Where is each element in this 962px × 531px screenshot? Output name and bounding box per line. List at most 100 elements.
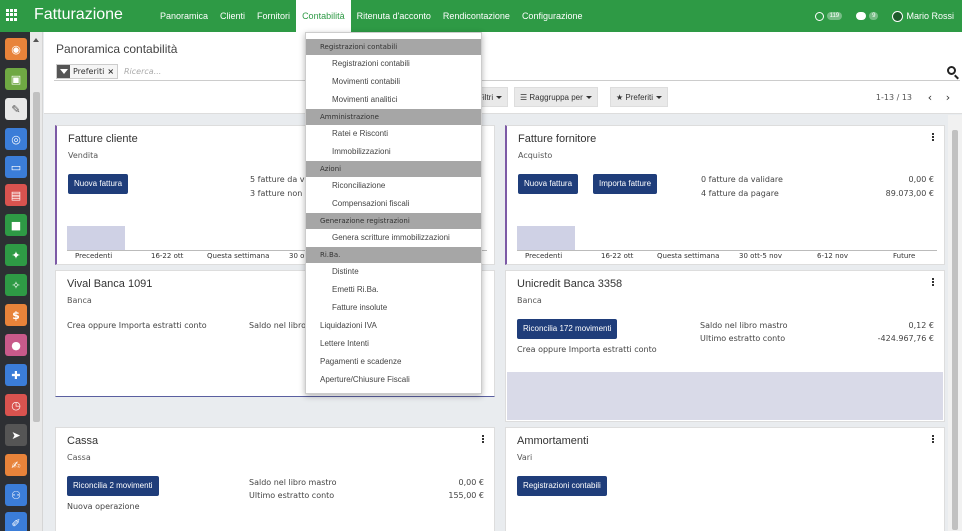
scroll-thumb[interactable] xyxy=(33,92,40,422)
messages-button[interactable]: 9 xyxy=(856,12,879,20)
menu-item-fatture-insolute[interactable]: Fatture insolute xyxy=(306,299,481,317)
import-invoices-button[interactable]: Importa fatture xyxy=(593,174,658,194)
journal-entries-button[interactable]: Registrazioni contabili xyxy=(517,476,607,496)
pager-value[interactable]: 1-13 / 13 xyxy=(876,93,912,102)
search-facet[interactable]: Preferiti × xyxy=(56,64,119,79)
card-menu-icon[interactable] xyxy=(932,435,935,443)
invoices-to-validate[interactable]: 0 fatture da validare xyxy=(701,175,783,184)
invoices-to-pay[interactable]: 4 fatture da pagare xyxy=(701,189,779,198)
card-menu-icon[interactable] xyxy=(932,278,935,286)
favorites-button[interactable]: ★ Preferiti xyxy=(610,87,668,107)
menu-contabilita[interactable]: Contabilità xyxy=(296,0,351,32)
last-statement-label: Ultimo estratto conto xyxy=(700,334,786,343)
menu-item-aperture-chiusure[interactable]: Aperture/Chiusure Fiscali xyxy=(306,371,481,389)
sidebar-scrollbar[interactable] xyxy=(30,32,43,531)
card-title: Cassa xyxy=(67,435,99,447)
scroll-up-icon[interactable] xyxy=(33,38,39,42)
card-ammortamenti[interactable]: Ammortamenti Vari Registrazioni contabil… xyxy=(505,427,945,531)
menu-rendicontazione[interactable]: Rendicontazione xyxy=(437,0,516,32)
card-menu-icon[interactable] xyxy=(932,133,935,141)
pencil-icon[interactable]: ✐ xyxy=(5,512,27,531)
menu-item-liquidazioni-iva[interactable]: Liquidazioni IVA xyxy=(306,317,481,335)
card-unicredit-banca[interactable]: Unicredit Banca 3358 Banca Riconcilia 17… xyxy=(505,270,945,422)
ledger-balance-value: 0,00 € xyxy=(458,478,484,487)
ledger-balance-value: 0,12 € xyxy=(908,321,934,330)
graph-area[interactable] xyxy=(507,372,943,420)
caret-icon xyxy=(496,96,503,100)
wrench-cog-icon[interactable]: ✧ xyxy=(5,274,27,296)
paint-icon[interactable]: ✎ xyxy=(5,98,27,120)
menu-item-compensazioni[interactable]: Compensazioni fiscali xyxy=(306,195,481,213)
wrench-icon[interactable]: ✦ xyxy=(5,244,27,266)
card-title: Ammortamenti xyxy=(517,435,589,447)
card-icon[interactable]: ▭ xyxy=(5,156,27,178)
search-icon[interactable] xyxy=(947,66,956,75)
search-bar[interactable]: Preferiti × Ricerca... xyxy=(54,63,960,81)
menu-item-immobilizzazioni[interactable]: Immobilizzazioni xyxy=(306,143,481,161)
globe-icon[interactable]: ◉ xyxy=(5,38,27,60)
top-navbar: Fatturazione Panoramica Clienti Fornitor… xyxy=(0,0,962,32)
edit-icon[interactable]: ✍ xyxy=(5,454,27,476)
search-input[interactable]: Ricerca... xyxy=(124,67,161,76)
invoice-icon[interactable]: $ xyxy=(5,304,27,326)
menu-item-pagamenti-scadenze[interactable]: Pagamenti e scadenze xyxy=(306,353,481,371)
reconcile-button[interactable]: Riconcilia 2 movimenti xyxy=(67,476,159,496)
axis-label: 30 o xyxy=(289,252,305,260)
lifebuoy-icon[interactable]: ◎ xyxy=(5,128,27,150)
send-icon[interactable]: ➤ xyxy=(5,424,27,446)
pager-next-icon[interactable]: › xyxy=(940,88,956,106)
menu-item-movimenti-analitici[interactable]: Movimenti analitici xyxy=(306,91,481,109)
menu-item-genera-scritture[interactable]: Genera scritture immobilizzazioni xyxy=(306,229,481,247)
activity-count: 119 xyxy=(826,12,843,20)
user-menu[interactable]: Mario Rossi xyxy=(892,10,954,22)
scroll-thumb[interactable] xyxy=(952,130,958,530)
graph-bar[interactable] xyxy=(517,226,575,250)
menu-item-lettere-intenti[interactable]: Lettere Intenti xyxy=(306,335,481,353)
apps-menu-icon[interactable] xyxy=(6,9,18,21)
timer-icon[interactable]: ◷ xyxy=(5,394,27,416)
reconcile-button[interactable]: Riconcilia 172 movimenti xyxy=(517,319,618,339)
create-import-statements-link[interactable]: Crea oppure Importa estratti conto xyxy=(517,345,657,354)
graph-bar[interactable] xyxy=(67,226,125,250)
new-invoice-button[interactable]: Nuova fattura xyxy=(518,174,579,194)
menu-configurazione[interactable]: Configurazione xyxy=(516,0,589,32)
card-menu-icon[interactable] xyxy=(482,435,485,443)
menu-fornitori[interactable]: Fornitori xyxy=(251,0,296,32)
team-icon[interactable]: ⚇ xyxy=(5,484,27,506)
facet-remove-icon[interactable]: × xyxy=(107,67,114,76)
invoices-to-validate[interactable]: 5 fatture da va xyxy=(250,175,309,184)
menu-item-ratei[interactable]: Ratei e Risconti xyxy=(306,125,481,143)
image-icon[interactable]: ▣ xyxy=(5,68,27,90)
ledger-balance-label: Saldo nel libro xyxy=(249,321,307,330)
axis-label: Precedenti xyxy=(75,252,113,260)
pager-previous-icon[interactable]: ‹ xyxy=(922,88,938,106)
card-subtitle: Vari xyxy=(517,453,533,462)
menu-item-registrazioni[interactable]: Registrazioni contabili xyxy=(306,55,481,73)
group-by-button[interactable]: ☰ Raggruppa per xyxy=(514,87,598,107)
ledger-balance-label: Saldo nel libro mastro xyxy=(700,321,788,330)
menu-item-riconciliazione[interactable]: Riconciliazione xyxy=(306,177,481,195)
user-name: Mario Rossi xyxy=(906,11,954,21)
box-icon[interactable]: ▤ xyxy=(5,184,27,206)
menu-item-movimenti-contabili[interactable]: Movimenti contabili xyxy=(306,73,481,91)
menu-item-distinte[interactable]: Distinte xyxy=(306,263,481,281)
card-cassa[interactable]: Cassa Cassa Riconcilia 2 movimenti Nuova… xyxy=(55,427,495,531)
axis-label: 6-12 nov xyxy=(817,252,848,260)
invoices-unpaid[interactable]: 3 fatture non p xyxy=(250,189,310,198)
create-import-statements-link[interactable]: Crea oppure Importa estratti conto xyxy=(67,321,207,330)
person-icon[interactable]: ● xyxy=(5,334,27,356)
new-operation-link[interactable]: Nuova operazione xyxy=(67,502,140,511)
truck-icon[interactable]: ■ xyxy=(5,214,27,236)
menu-clienti[interactable]: Clienti xyxy=(214,0,251,32)
menu-item-emetti-riba[interactable]: Emetti Ri.Ba. xyxy=(306,281,481,299)
main-scrollbar[interactable] xyxy=(948,115,962,531)
card-fatture-fornitore[interactable]: Fatture fornitore Acquisto Nuova fattura… xyxy=(505,125,945,265)
app-title: Fatturazione xyxy=(34,6,123,23)
menu-panoramica[interactable]: Panoramica xyxy=(154,0,214,32)
activity-button[interactable]: 119 xyxy=(814,11,843,21)
card-subtitle: Acquisto xyxy=(518,151,553,160)
puzzle-icon[interactable]: ✚ xyxy=(5,364,27,386)
new-invoice-button[interactable]: Nuova fattura xyxy=(68,174,129,194)
axis-label: Precedenti xyxy=(525,252,563,260)
menu-ritenuta[interactable]: Ritenuta d'acconto xyxy=(351,0,437,32)
